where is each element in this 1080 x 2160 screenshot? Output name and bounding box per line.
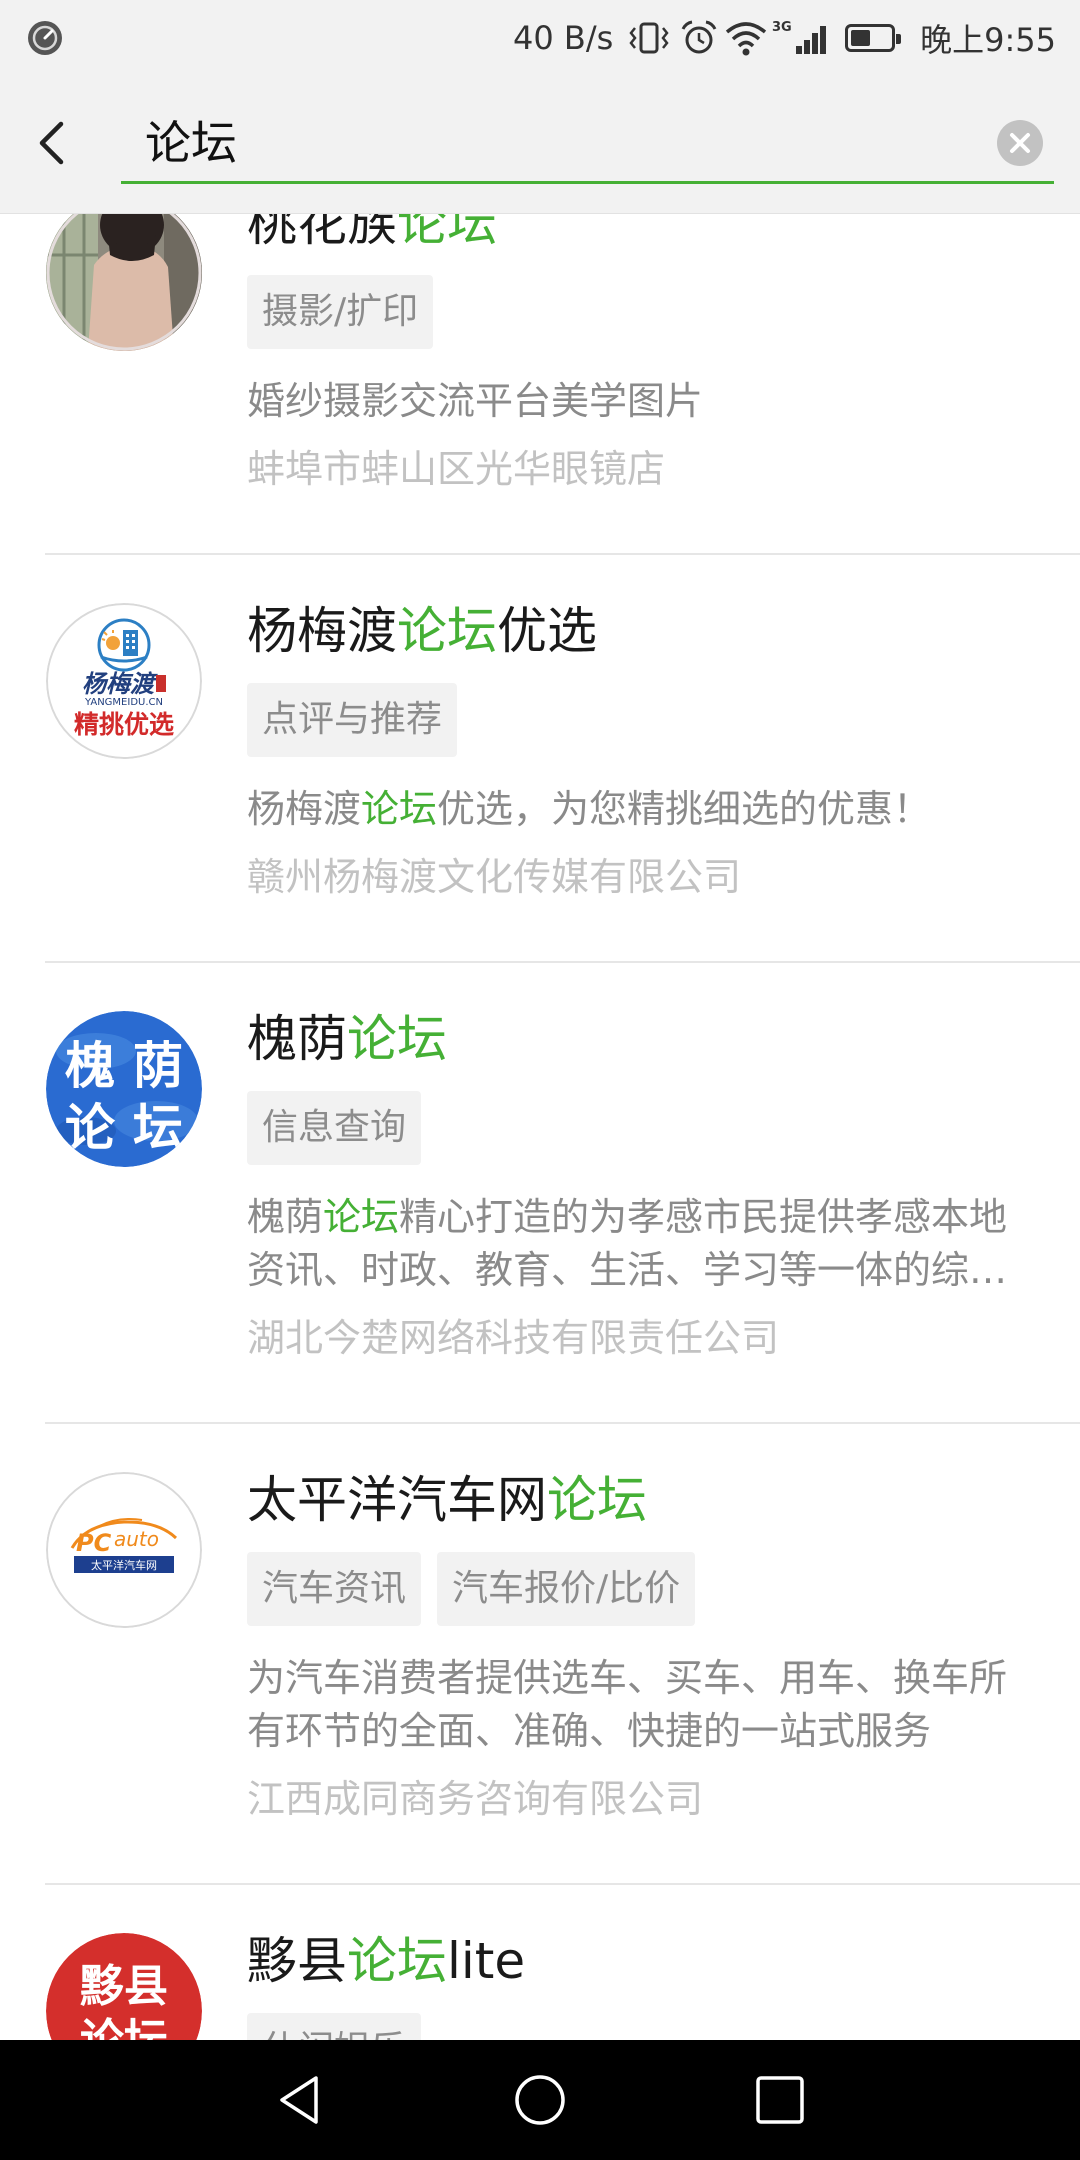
description-text: 槐荫 bbox=[247, 1195, 324, 1239]
title-text: 优选 bbox=[497, 602, 597, 660]
recents-square-icon bbox=[756, 2076, 804, 2124]
result-avatar: 杨梅渡 YANGMEIDU.CN 精挑优选 bbox=[46, 603, 202, 759]
battery-level-fill bbox=[851, 30, 870, 46]
result-description: 槐荫论坛精心打造的为孝感市民提供孝感本地资讯、时政、教育、生活、学习等一体的综… bbox=[247, 1191, 1040, 1297]
result-description: 婚纱摄影交流平台美学图片 bbox=[247, 375, 1040, 428]
back-triangle-icon bbox=[280, 2076, 318, 2124]
wifi-icon bbox=[723, 0, 769, 76]
chevron-left-icon bbox=[39, 121, 64, 165]
title-keyword: 论坛 bbox=[547, 1471, 647, 1529]
result-title: 杨梅渡论坛优选 bbox=[247, 603, 1040, 659]
result-title: 槐荫论坛 bbox=[247, 1011, 1040, 1067]
home-circle-icon bbox=[515, 2075, 565, 2125]
signal-icon: 3G bbox=[772, 0, 832, 76]
logo-text: 黟县 bbox=[80, 1961, 168, 2012]
logo-text: 杨梅渡 bbox=[82, 670, 158, 698]
result-title: 黟县论坛lite bbox=[247, 1933, 1040, 1989]
title-keyword: 论坛 bbox=[397, 602, 497, 660]
network-speed: 40 B/s bbox=[513, 19, 614, 57]
result-item[interactable]: 槐 荫 论 坛 槐荫论坛 信息查询 槐荫论坛精心打造的为孝感市民提供孝感本地资讯… bbox=[0, 963, 1080, 1424]
logo-text: auto bbox=[114, 1527, 159, 1551]
title-keyword: 论坛 bbox=[347, 1010, 447, 1068]
description-text: 杨梅渡 bbox=[247, 787, 362, 831]
search-results-list[interactable]: 桃花族论坛 摄影/扩印 婚纱摄影交流平台美学图片 蚌埠市蚌山区光华眼镜店 杨梅渡 bbox=[0, 147, 1080, 2160]
huaiyin-logo: 槐 荫 论 坛 bbox=[46, 1011, 202, 1167]
back-button[interactable] bbox=[28, 118, 78, 168]
category-tag: 信息查询 bbox=[247, 1091, 422, 1165]
company-name: 赣州杨梅渡文化传媒有限公司 bbox=[247, 855, 742, 899]
status-time: 晚上9:55 bbox=[920, 21, 1056, 59]
logo-text: PC bbox=[76, 1529, 112, 1557]
logo-text: 荫 bbox=[133, 1037, 183, 1095]
result-item[interactable]: 杨梅渡 YANGMEIDU.CN 精挑优选 杨梅渡论坛优选 点评与推荐 杨梅渡论… bbox=[0, 555, 1080, 963]
category-tag: 汽车报价/比价 bbox=[437, 1552, 696, 1626]
avatar-photo bbox=[46, 195, 202, 351]
category-tag: 汽车资讯 bbox=[247, 1552, 422, 1626]
result-avatar: 槐 荫 论 坛 bbox=[46, 1011, 202, 1167]
clear-search-button[interactable] bbox=[997, 120, 1043, 166]
category-tag: 摄影/扩印 bbox=[247, 275, 434, 349]
result-item[interactable]: PC auto 太平洋汽车网 太平洋汽车网论坛 汽车资讯 汽车报价/比价 为汽车… bbox=[0, 1424, 1080, 1885]
logo-text: 太平洋汽车网 bbox=[91, 1558, 157, 1572]
app-header: 40 B/s 3G 晚上9:55 论坛 bbox=[0, 0, 1080, 214]
alarm-icon bbox=[679, 0, 719, 76]
nav-recents-button[interactable] bbox=[752, 2072, 808, 2128]
battery-outline bbox=[845, 24, 901, 52]
description-text: 婚纱摄影交流平台美学图片 bbox=[247, 379, 704, 423]
search-input[interactable]: 论坛 bbox=[145, 113, 237, 173]
tag-row: 点评与推荐 bbox=[247, 683, 1040, 757]
title-text: 杨梅渡 bbox=[247, 602, 397, 660]
description-keyword: 论坛 bbox=[361, 787, 438, 831]
nav-back-button[interactable] bbox=[272, 2072, 328, 2128]
result-description: 为汽车消费者提供选车、买车、用车、换车所有环节的全面、准确、快捷的一站式服务 bbox=[247, 1652, 1040, 1758]
tag-row: 信息查询 bbox=[247, 1091, 1040, 1165]
vibrate-icon bbox=[626, 0, 672, 76]
tag-row: 汽车资讯 汽车报价/比价 bbox=[247, 1552, 1040, 1626]
system-navigation-bar bbox=[0, 2040, 1080, 2160]
nav-home-button[interactable] bbox=[512, 2072, 568, 2128]
tag-row: 摄影/扩印 bbox=[247, 275, 1040, 349]
company-name: 江西成同商务咨询有限公司 bbox=[247, 1777, 704, 1821]
result-title: 太平洋汽车网论坛 bbox=[247, 1472, 1040, 1528]
clear-icon bbox=[1010, 133, 1030, 153]
pcauto-logo: PC auto 太平洋汽车网 bbox=[46, 1472, 202, 1628]
title-text: 黟县 bbox=[247, 1932, 347, 1990]
title-text: 槐荫 bbox=[247, 1010, 347, 1068]
logo-text: 槐 bbox=[65, 1037, 115, 1095]
logo-text: 精挑优选 bbox=[74, 710, 174, 739]
logo-text: 论 bbox=[65, 1099, 116, 1157]
clock-icon bbox=[25, 0, 65, 76]
title-text: lite bbox=[447, 1932, 526, 1990]
description-keyword: 论坛 bbox=[323, 1195, 400, 1239]
title-text: 太平洋汽车网 bbox=[247, 1471, 547, 1529]
result-avatar: PC auto 太平洋汽车网 bbox=[46, 1472, 202, 1628]
result-description: 杨梅渡论坛优选，为您精挑细选的优惠！ bbox=[247, 783, 1040, 836]
company-name: 湖北今楚网络科技有限责任公司 bbox=[247, 1316, 780, 1360]
battery-nub bbox=[896, 34, 901, 44]
battery-icon bbox=[845, 0, 901, 76]
company-name: 蚌埠市蚌山区光华眼镜店 bbox=[247, 447, 666, 491]
description-text: 为汽车消费者提供选车、买车、用车、换车所有环节的全面、准确、快捷的一站式服务 bbox=[247, 1656, 1008, 1753]
description-text: 优选，为您精挑细选的优惠！ bbox=[437, 787, 932, 831]
search-underline bbox=[121, 181, 1054, 184]
logo-text: 坛 bbox=[133, 1099, 183, 1157]
logo-text: YANGMEIDU.CN bbox=[84, 697, 163, 708]
network-type: 3G bbox=[772, 20, 792, 35]
result-avatar bbox=[46, 195, 202, 351]
yangmeidu-logo: 杨梅渡 YANGMEIDU.CN 精挑优选 bbox=[46, 603, 202, 759]
category-tag: 点评与推荐 bbox=[247, 683, 458, 757]
title-keyword: 论坛 bbox=[347, 1932, 447, 1990]
